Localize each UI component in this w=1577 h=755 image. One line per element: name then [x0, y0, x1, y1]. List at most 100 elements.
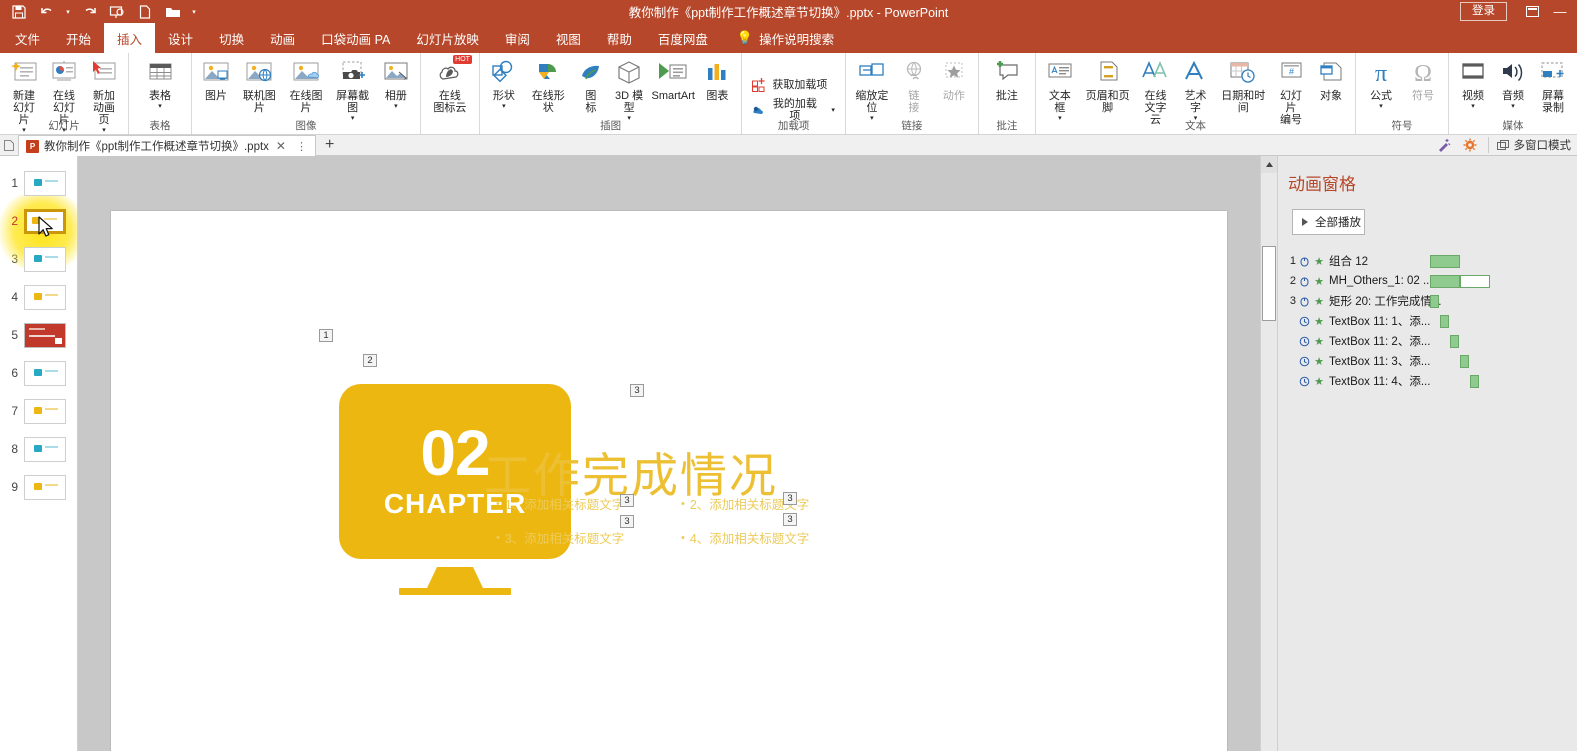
menu-item-slideshow[interactable]: 幻灯片放映	[403, 23, 492, 53]
close-icon[interactable]: ✕	[274, 139, 288, 153]
animation-order-badge-b1[interactable]: 3	[620, 494, 634, 507]
undo-icon[interactable]	[34, 1, 60, 22]
menu-item-help[interactable]: 帮助	[594, 23, 645, 53]
animation-timeline-bar[interactable]	[1470, 375, 1479, 388]
chevron-down-icon[interactable]: ▾	[502, 103, 506, 110]
header-footer-button[interactable]: 页眉和页脚	[1080, 56, 1136, 114]
tab-strip-menu-icon[interactable]	[0, 139, 18, 151]
slide-thumbnail-7[interactable]: 7	[0, 392, 77, 430]
new-file-icon[interactable]	[132, 1, 158, 22]
slide-bullet-list[interactable]: • 1、添加相关标题文字 • 2、添加相关标题文字 • 3、添加相关标题文字 •	[496, 494, 866, 547]
gear-icon[interactable]	[1458, 135, 1482, 155]
tab-options-icon[interactable]: ⋮	[293, 140, 310, 153]
bullet-item[interactable]: • 1、添加相关标题文字	[496, 494, 681, 513]
menu-item-pocket-animation[interactable]: 口袋动画 PA	[308, 23, 403, 53]
chevron-down-icon[interactable]: ▾	[1379, 103, 1383, 110]
bullet-item[interactable]: • 3、添加相关标题文字	[496, 528, 681, 547]
animation-order-badge-title[interactable]: 3	[630, 384, 644, 397]
slide-canvas[interactable]: 1 2 02 CHAPTER 3 工作完成情况 3 3 3 3 • 1、添加相关…	[111, 211, 1227, 751]
animation-item[interactable]: ★ TextBox 11: 2、添...	[1278, 331, 1577, 351]
audio-button[interactable]: 音频 ▾	[1493, 56, 1533, 110]
chevron-down-icon[interactable]: ▾	[1471, 103, 1475, 110]
start-presentation-icon[interactable]	[104, 1, 130, 22]
menu-item-transitions[interactable]: 切换	[206, 23, 257, 53]
wordart-button[interactable]: 艺术字 ▾	[1175, 56, 1215, 122]
animation-timeline-bar[interactable]	[1450, 335, 1459, 348]
multi-window-mode-button[interactable]: 多窗口模式	[1488, 137, 1572, 153]
animation-order-badge-b3[interactable]: 3	[620, 515, 634, 528]
chevron-down-icon[interactable]: ▾	[394, 103, 398, 110]
animation-item[interactable]: ★ TextBox 11: 1、添...	[1278, 311, 1577, 331]
menu-item-design[interactable]: 设计	[155, 23, 206, 53]
smartart-button[interactable]: SmartArt	[649, 56, 697, 102]
animation-order-badge-1[interactable]: 1	[319, 329, 333, 342]
slide-number-button[interactable]: # 幻灯片 编号	[1271, 56, 1311, 126]
slide-thumbnail-4[interactable]: 4	[0, 278, 77, 316]
animation-order-badge-2[interactable]: 2	[363, 354, 377, 367]
comment-button[interactable]: 批注	[983, 56, 1031, 102]
animation-timeline-bar[interactable]	[1430, 255, 1460, 268]
3d-model-button[interactable]: 3D 模 型 ▾	[609, 56, 649, 122]
menu-item-file[interactable]: 文件	[2, 23, 53, 53]
chevron-down-icon[interactable]: ▾	[831, 107, 835, 114]
animation-order-badge-b4[interactable]: 3	[783, 513, 797, 526]
online-icon-cloud-button[interactable]: HOT 在线 图标云	[425, 56, 475, 114]
slide-edit-area[interactable]: 1 2 02 CHAPTER 3 工作完成情况 3 3 3 3 • 1、添加相关…	[78, 156, 1277, 751]
menu-item-view[interactable]: 视图	[543, 23, 594, 53]
save-icon[interactable]	[6, 1, 32, 22]
animation-item[interactable]: 1 ★ 组合 12	[1278, 251, 1577, 271]
equation-button[interactable]: π 公式 ▾	[1360, 56, 1402, 110]
screen-record-button[interactable]: 屏幕 录制	[1533, 56, 1573, 114]
animation-timeline-bar[interactable]	[1440, 315, 1449, 328]
video-button[interactable]: 视频 ▾	[1453, 56, 1493, 110]
date-time-button[interactable]: 日期和时间	[1215, 56, 1271, 114]
document-tab[interactable]: P 教你制作《ppt制作工作概述章节切换》.pptx ✕ ⋮	[18, 135, 316, 156]
table-button[interactable]: 表格 ▾	[133, 56, 187, 110]
animation-timeline-bar[interactable]	[1460, 355, 1469, 368]
undo-dropdown-caret-icon[interactable]: ▾	[62, 1, 74, 22]
menu-item-animations[interactable]: 动画	[257, 23, 308, 53]
minimize-button[interactable]: —	[1545, 0, 1575, 23]
chart-button[interactable]: 图表	[697, 56, 737, 102]
customize-qat-icon[interactable]: ▾	[188, 1, 200, 22]
web-picture-button[interactable]: 在线图片	[283, 56, 330, 114]
ribbon-display-options-icon[interactable]	[1519, 0, 1545, 23]
slide-thumbnail-9[interactable]: 9	[0, 468, 77, 506]
slide-thumbnail-8[interactable]: 8	[0, 430, 77, 468]
get-addins-button[interactable]: 获取加载项	[746, 74, 833, 95]
redo-icon[interactable]	[76, 1, 102, 22]
object-button[interactable]: 对象	[1311, 56, 1351, 102]
animation-timeline-bar-hollow[interactable]	[1460, 275, 1490, 288]
zoom-button[interactable]: 缩放定 位 ▾	[850, 56, 894, 122]
chevron-down-icon[interactable]: ▾	[1511, 103, 1515, 110]
animation-timeline-bar[interactable]	[1430, 295, 1439, 308]
tell-me-search[interactable]: 💡 操作说明搜索	[721, 23, 844, 53]
screenshot-button[interactable]: 屏幕截图 ▾	[329, 56, 376, 122]
bullet-item[interactable]: • 4、添加相关标题文字	[681, 528, 866, 547]
bullet-item[interactable]: • 2、添加相关标题文字	[681, 494, 866, 513]
picture-button[interactable]: 图片	[196, 56, 236, 102]
slide-thumbnail-panel[interactable]: 1 2 3 4 5	[0, 156, 78, 751]
menu-item-home[interactable]: 开始	[53, 23, 104, 53]
slide-thumbnail-5[interactable]: 5	[0, 316, 77, 354]
magic-wand-icon[interactable]	[1432, 135, 1456, 155]
new-tab-button[interactable]: +	[316, 136, 343, 154]
online-picture-button[interactable]: 联机图片	[236, 56, 283, 114]
photo-album-button[interactable]: 相册 ▾	[376, 56, 416, 110]
menu-item-baidu-netdisk[interactable]: 百度网盘	[645, 23, 721, 53]
animation-item[interactable]: 3 ★ 矩形 20: 工作完成情...	[1278, 291, 1577, 311]
icons-button[interactable]: 图 标	[573, 56, 609, 114]
textbox-button[interactable]: 文本框 ▾	[1040, 56, 1080, 122]
vertical-scrollbar[interactable]	[1260, 156, 1277, 751]
animation-item[interactable]: ★ TextBox 11: 4、添...	[1278, 371, 1577, 391]
menu-item-insert[interactable]: 插入	[104, 23, 155, 53]
online-shapes-button[interactable]: 在线形状	[524, 56, 573, 114]
open-folder-icon[interactable]	[160, 1, 186, 22]
menu-item-review[interactable]: 审阅	[492, 23, 543, 53]
chevron-down-icon[interactable]: ▾	[158, 103, 162, 110]
login-button[interactable]: 登录	[1460, 2, 1507, 21]
scroll-up-arrow-icon[interactable]	[1261, 156, 1277, 173]
online-wordcloud-button[interactable]: 在线 文字云	[1135, 56, 1175, 126]
play-all-button[interactable]: 全部播放	[1292, 209, 1365, 235]
animation-timeline-bar[interactable]	[1430, 275, 1460, 288]
